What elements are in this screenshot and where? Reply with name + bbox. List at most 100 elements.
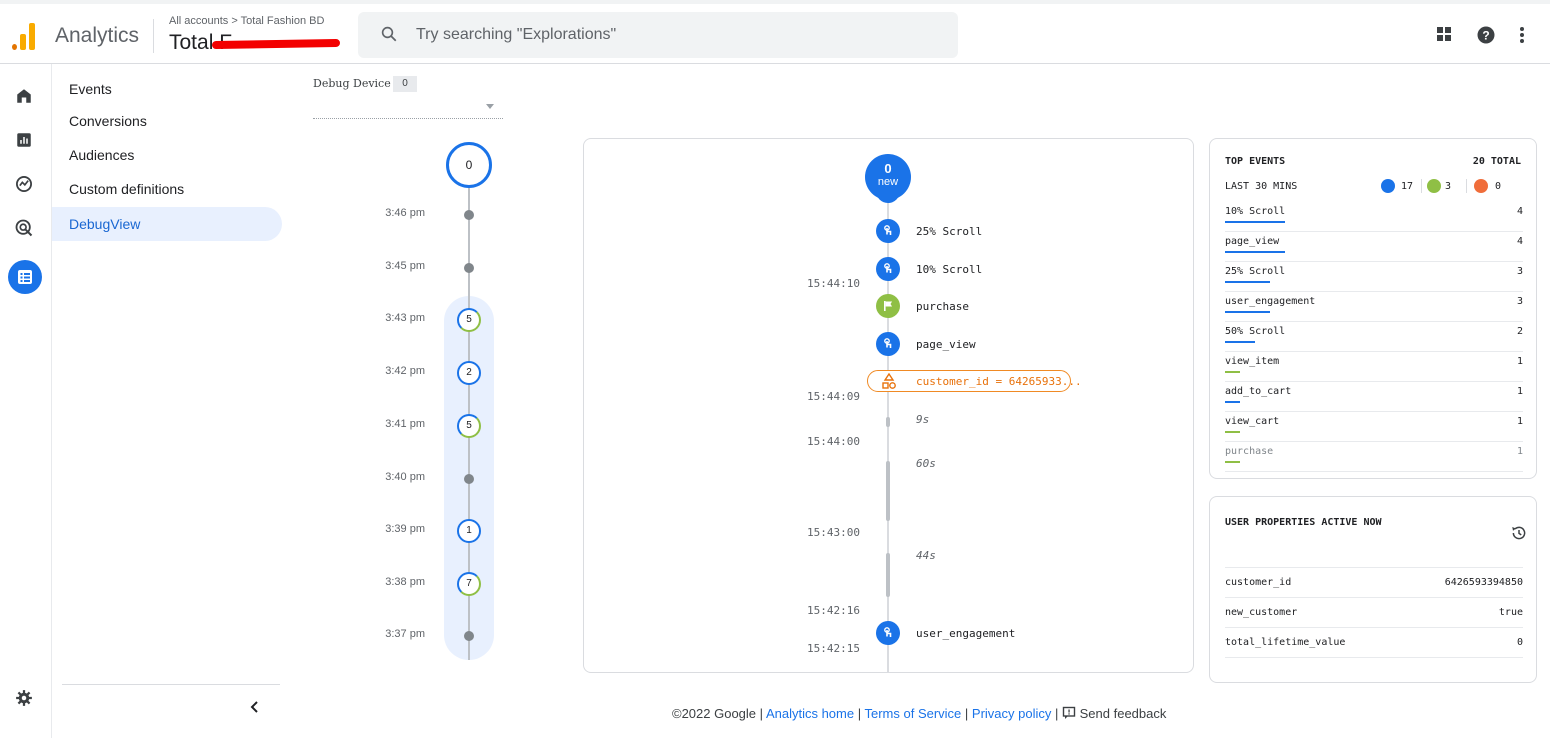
redaction-mark: [211, 38, 341, 50]
minute-time: 3:40 pm: [385, 471, 425, 483]
time-gap-label: 44s: [916, 549, 936, 562]
top-event-row[interactable]: user_engagement 3: [1225, 292, 1523, 322]
timestamp: 15:43:00: [807, 526, 860, 539]
minute-event-count[interactable]: 7: [457, 572, 481, 596]
footer-privacy-link[interactable]: Privacy policy: [972, 706, 1051, 721]
event-name[interactable]: 25% Scroll: [916, 225, 982, 238]
minute-empty-dot: [464, 474, 474, 484]
nav-item-audiences[interactable]: Audiences: [52, 138, 282, 172]
explore-icon[interactable]: [12, 172, 36, 196]
top-event-name: 50% Scroll: [1225, 326, 1286, 337]
admin-gear-icon[interactable]: [12, 686, 36, 710]
search-bar[interactable]: [358, 12, 958, 58]
user-property-row[interactable]: customer_id 6426593394850: [1225, 568, 1523, 598]
user-property-chip[interactable]: customer_id = 64265933...: [867, 370, 1082, 392]
footer-analytics-home-link[interactable]: Analytics home: [766, 706, 854, 721]
timestamp: 15:44:09: [807, 390, 860, 403]
event-count: 17: [1401, 181, 1414, 192]
nav-item-conversions[interactable]: Conversions: [52, 104, 282, 138]
top-event-row[interactable]: purchase 1: [1225, 442, 1523, 472]
search-input[interactable]: [416, 23, 936, 47]
debug-device-count-badge: 0: [393, 76, 417, 92]
home-icon[interactable]: [12, 84, 36, 108]
time-gap-bar: [886, 553, 890, 597]
minute-time: 3:37 pm: [385, 628, 425, 640]
timestamp: 15:44:10: [807, 277, 860, 290]
minute-event-count[interactable]: 5: [457, 414, 481, 438]
configure-icon[interactable]: [8, 260, 42, 294]
minute-event-count[interactable]: 1: [457, 519, 481, 543]
minute-empty-dot: [464, 210, 474, 220]
minute-row[interactable]: 3:39 pm 1: [370, 519, 510, 543]
nav-item-debugview[interactable]: DebugView: [52, 207, 282, 241]
minute-time: 3:39 pm: [385, 523, 425, 535]
minute-event-count[interactable]: 2: [457, 361, 481, 385]
user-property-value: 0: [1516, 637, 1523, 648]
top-event-count: 4: [1516, 206, 1523, 217]
top-event-row[interactable]: 25% Scroll 3: [1225, 262, 1523, 292]
minute-row[interactable]: 3:41 pm 5: [370, 414, 510, 438]
user-property-value: true: [1498, 607, 1523, 618]
minute-row[interactable]: 3:38 pm 7: [370, 572, 510, 596]
top-event-count: 1: [1516, 356, 1523, 367]
event-name[interactable]: purchase: [916, 300, 969, 313]
top-event-row[interactable]: view_cart 1: [1225, 412, 1523, 442]
feedback-icon[interactable]: [1062, 706, 1076, 720]
chip-separator: [1421, 179, 1422, 193]
touch-event-icon[interactable]: [876, 332, 900, 356]
new-events-label: new: [877, 176, 899, 188]
top-event-count: 1: [1516, 386, 1523, 397]
debug-device-select[interactable]: [313, 118, 503, 119]
minute-event-count[interactable]: 5: [457, 308, 481, 332]
nav-item-custom-definitions[interactable]: Custom definitions: [52, 172, 282, 206]
minute-row[interactable]: 3:42 pm 2: [370, 361, 510, 385]
history-icon[interactable]: [1510, 524, 1528, 542]
user-property-name: new_customer: [1225, 607, 1298, 618]
more-vert-icon[interactable]: [1518, 26, 1526, 44]
nav-divider: [62, 684, 280, 685]
touch-event-icon[interactable]: [876, 257, 900, 281]
minute-row[interactable]: 3:43 pm 5: [370, 308, 510, 332]
touch-event-icon[interactable]: [876, 219, 900, 243]
minute-time: 3:38 pm: [385, 576, 425, 588]
configure-subnav: Events Conversions Audiences Custom defi…: [52, 64, 292, 738]
top-event-row[interactable]: view_item 1: [1225, 352, 1523, 382]
dropdown-arrow-icon[interactable]: [486, 104, 494, 109]
top-event-count: 4: [1516, 236, 1523, 247]
nav-item-events[interactable]: Events: [52, 72, 282, 106]
top-app-bar: Analytics All accounts > Total Fashion B…: [0, 0, 1550, 64]
top-event-row[interactable]: add_to_cart 1: [1225, 382, 1523, 412]
conversion-flag-icon[interactable]: [876, 294, 900, 318]
apps-grid-icon[interactable]: [1436, 26, 1452, 42]
minutes-top-count[interactable]: 0: [446, 142, 492, 188]
top-event-row[interactable]: page_view 4: [1225, 232, 1523, 262]
event-name[interactable]: user_engagement: [916, 627, 1015, 640]
top-event-name: add_to_cart: [1225, 386, 1292, 397]
reports-icon[interactable]: [12, 128, 36, 152]
top-event-row[interactable]: 10% Scroll 4: [1225, 202, 1523, 232]
minute-empty-dot: [464, 263, 474, 273]
footer-terms-link[interactable]: Terms of Service: [864, 706, 961, 721]
event-name[interactable]: page_view: [916, 338, 976, 351]
top-event-count: 3: [1516, 296, 1523, 307]
event-name[interactable]: 10% Scroll: [916, 263, 982, 276]
page-footer: ©2022 Google | Analytics home | Terms of…: [672, 706, 1167, 721]
footer-feedback-link[interactable]: Send feedback: [1080, 706, 1167, 721]
help-icon[interactable]: ?: [1477, 26, 1495, 44]
new-events-count: 0: [884, 161, 892, 176]
collapse-nav-chevron-icon[interactable]: [248, 700, 262, 714]
user-property-row[interactable]: new_customer true: [1225, 598, 1523, 628]
advertising-icon[interactable]: [12, 216, 36, 240]
minute-row[interactable]: 3:40 pm: [370, 467, 510, 491]
top-event-name: view_item: [1225, 356, 1280, 367]
breadcrumb[interactable]: All accounts > Total Fashion BD: [169, 15, 324, 27]
user-property-row[interactable]: total_lifetime_value 0: [1225, 628, 1523, 658]
analytics-logo-icon[interactable]: [12, 22, 38, 50]
minute-row[interactable]: 3:46 pm: [370, 203, 510, 227]
minute-time: 3:45 pm: [385, 260, 425, 272]
time-gap-bar: [886, 461, 890, 521]
minute-row[interactable]: 3:37 pm: [370, 624, 510, 648]
top-event-row[interactable]: 50% Scroll 2: [1225, 322, 1523, 352]
minute-row[interactable]: 3:45 pm: [370, 256, 510, 280]
touch-event-icon[interactable]: [876, 621, 900, 645]
